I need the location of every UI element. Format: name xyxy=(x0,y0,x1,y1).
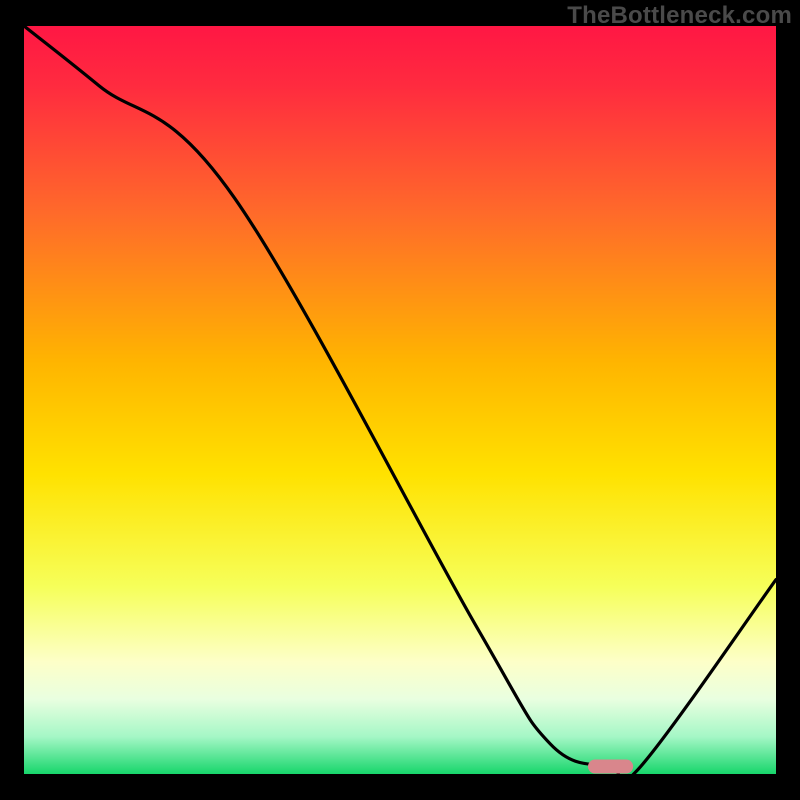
chart-container: TheBottleneck.com xyxy=(0,0,800,800)
plot-background xyxy=(24,26,776,774)
watermark-text: TheBottleneck.com xyxy=(567,2,792,30)
bottleneck-chart xyxy=(0,0,800,800)
optimal-marker xyxy=(588,760,633,774)
